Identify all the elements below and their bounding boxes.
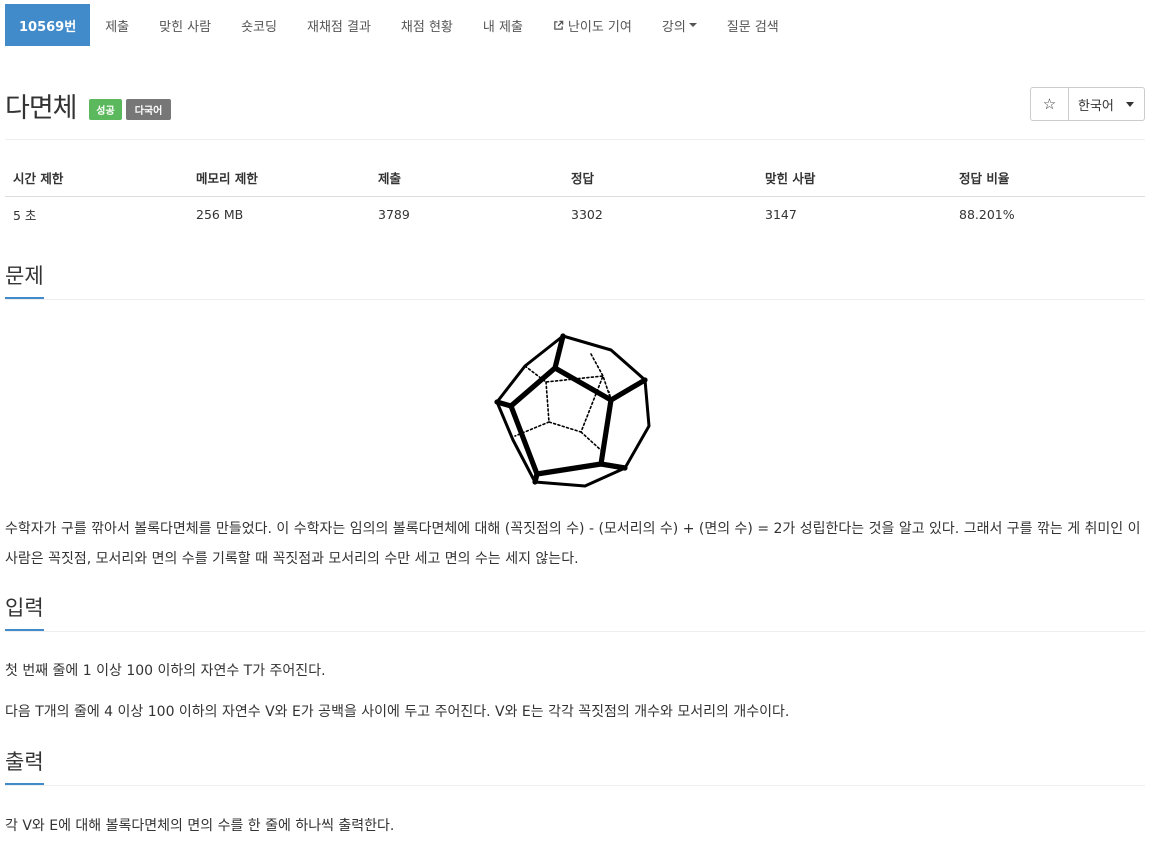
chevron-down-icon — [1125, 101, 1134, 107]
input-section-header: 입력 — [5, 594, 1145, 632]
submissions-value: 3789 — [378, 206, 410, 222]
nav-rejudge-results[interactable]: 재채점 결과 — [292, 4, 386, 46]
col-time-limit: 시간 제한 — [5, 160, 188, 197]
nav-difficulty-label: 난이도 기여 — [567, 19, 632, 35]
problem-section-title: 문제 — [5, 262, 44, 299]
output-section-header: 출력 — [5, 748, 1145, 786]
nav-submit[interactable]: 제출 — [90, 4, 144, 46]
output-section-title: 출력 — [5, 748, 44, 785]
col-submissions: 제출 — [370, 160, 563, 197]
nav-lectures-dropdown[interactable]: 강의 — [647, 4, 712, 46]
page-title: 다면체 — [5, 93, 78, 124]
input-section-title: 입력 — [5, 594, 44, 631]
nav-problem-number[interactable]: 10569번 — [5, 4, 91, 46]
output-description: 각 V와 E에 대해 볼록다면체의 면의 수를 한 줄에 하나씩 출력한다. — [5, 818, 395, 834]
nav-question-search[interactable]: 질문 검색 — [712, 4, 794, 46]
nav-my-submissions[interactable]: 내 제출 — [468, 4, 538, 46]
nav-status[interactable]: 채점 현황 — [386, 4, 468, 46]
language-select[interactable]: 한국어 — [1068, 87, 1145, 121]
header-tools: ☆ 한국어 — [1030, 87, 1145, 121]
external-link-icon — [554, 20, 564, 30]
input-line-2: 다음 T개의 줄에 4 이상 100 이하의 자연수 V와 E가 공백을 사이에… — [5, 704, 790, 720]
table-row: 5 초 256 MB 3789 3302 3147 88.201% — [5, 196, 1145, 232]
nav-difficulty-contribution[interactable]: 난이도 기여 — [538, 4, 647, 46]
nav-solved-users[interactable]: 맞힌 사람 — [144, 4, 226, 46]
nav-lectures-label: 강의 — [661, 19, 686, 35]
solved-users-value: 3147 — [765, 206, 797, 222]
problem-description: 수학자가 구를 깎아서 볼록다면체를 만들었다. 이 수학자는 임의의 볼록다면… — [5, 521, 1141, 567]
star-icon: ☆ — [1042, 95, 1057, 113]
nav-short-coding[interactable]: 숏코딩 — [226, 4, 292, 46]
dodecahedron-figure — [494, 333, 651, 488]
star-button[interactable]: ☆ — [1030, 87, 1068, 121]
page-header: 다면체 성공 다국어 ☆ 한국어 — [5, 80, 1145, 140]
problem-navbar: 10569번 제출 맞힌 사람 숏코딩 재채점 결과 채점 현황 내 제출 난이… — [5, 4, 794, 46]
col-accepted: 정답 — [563, 160, 757, 197]
caret-down-icon — [688, 23, 697, 27]
col-solved-users: 맞힌 사람 — [757, 160, 951, 197]
col-accept-ratio: 정답 비율 — [951, 160, 1145, 197]
problem-section-header: 문제 — [5, 262, 1145, 300]
problem-info-table: 시간 제한 메모리 제한 제출 정답 맞힌 사람 정답 비율 5 초 256 M… — [5, 160, 1145, 232]
accepted-value: 3302 — [571, 206, 603, 222]
memory-limit-value: 256 MB — [196, 206, 244, 222]
col-memory-limit: 메모리 제한 — [188, 160, 370, 197]
accept-ratio-value: 88.201% — [959, 206, 1015, 222]
multilang-badge[interactable]: 다국어 — [126, 99, 171, 120]
success-badge: 성공 — [89, 99, 122, 120]
time-limit-value: 5 초 — [13, 207, 37, 223]
language-selected-value: 한국어 — [1078, 98, 1114, 114]
input-line-1: 첫 번째 줄에 1 이상 100 이하의 자연수 T가 주어진다. — [5, 663, 326, 679]
table-header-row: 시간 제한 메모리 제한 제출 정답 맞힌 사람 정답 비율 — [5, 160, 1145, 197]
